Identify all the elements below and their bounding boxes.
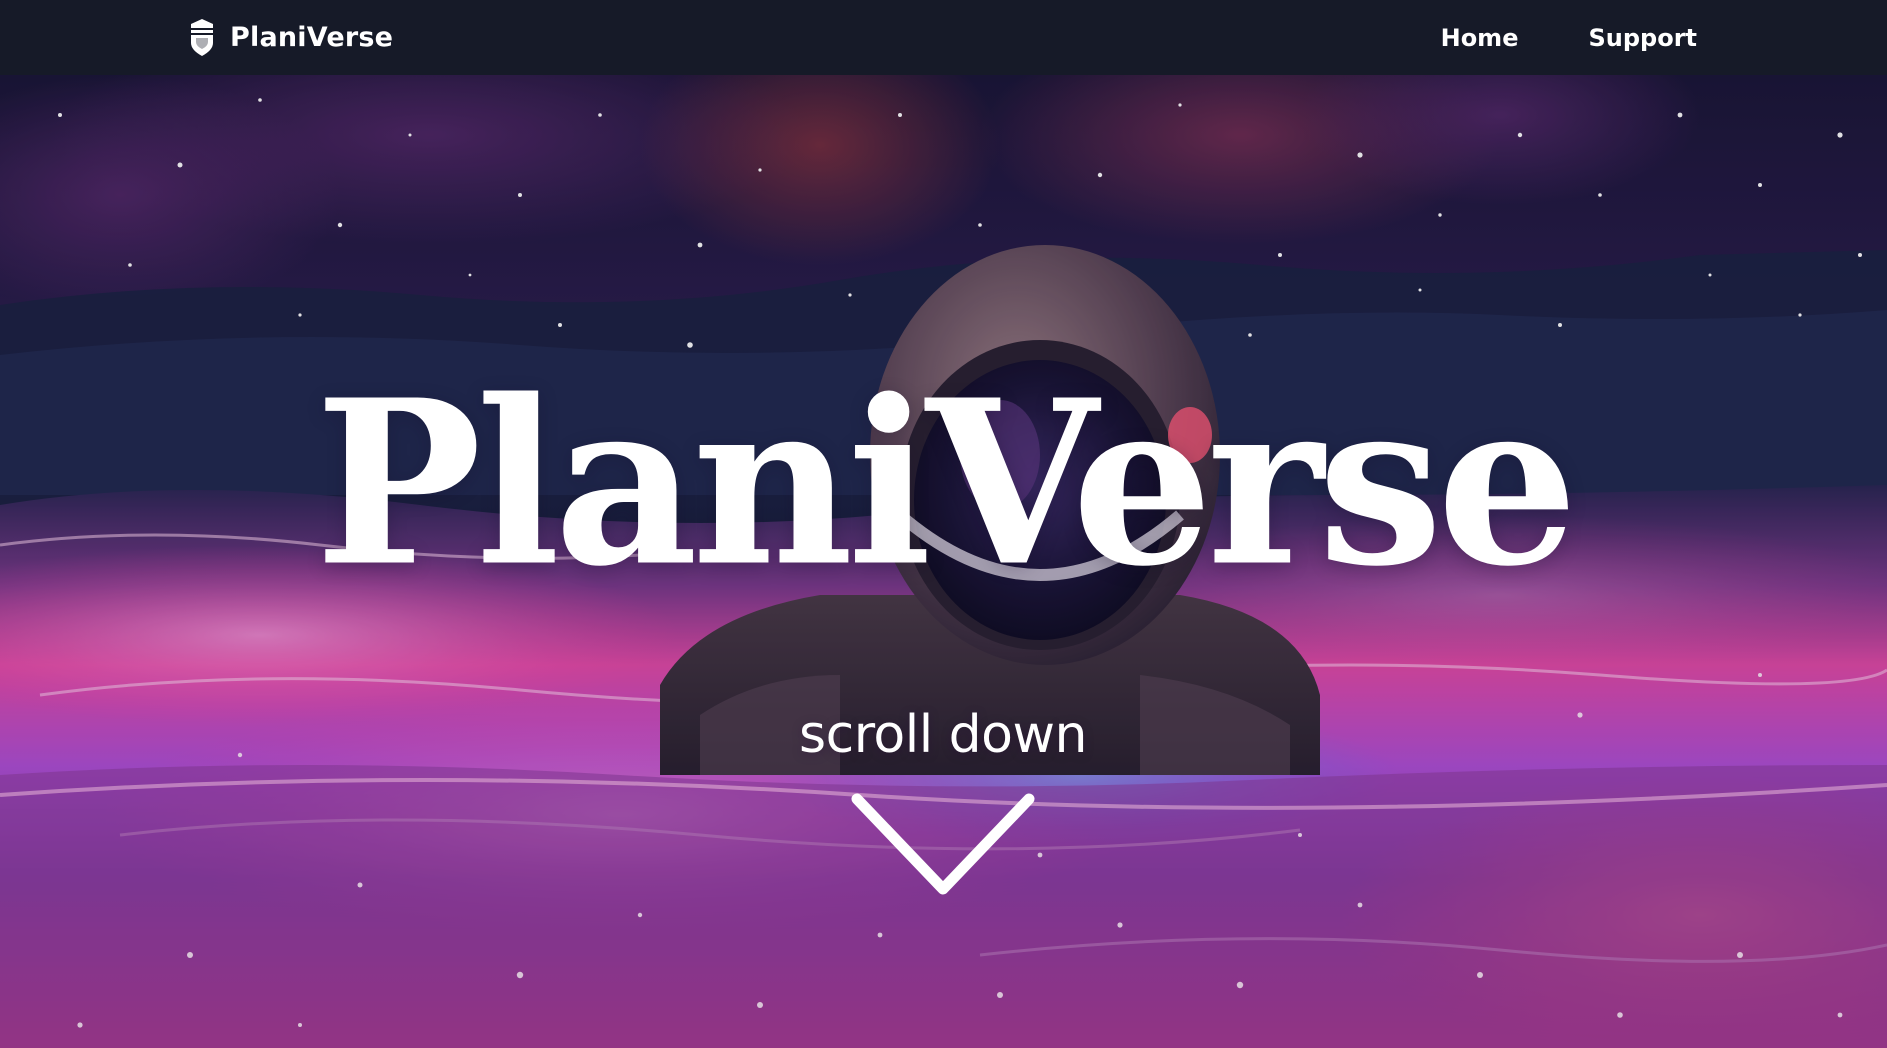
shield-badge-icon (191, 19, 213, 56)
brand-name: PlaniVerse (230, 21, 394, 53)
scroll-down-button[interactable]: scroll down (743, 705, 1143, 935)
chevron-down-icon (851, 793, 1035, 895)
nav-link-support[interactable]: Support (1588, 24, 1697, 52)
brand-link[interactable]: PlaniVerse (188, 14, 393, 60)
hero-title: PlaniVerse (314, 351, 1578, 617)
top-navbar: PlaniVerse Home Support (0, 0, 1887, 75)
hero-section: PlaniVerse scroll down (0, 75, 1887, 1048)
scroll-down-label: scroll down (799, 705, 1087, 765)
nav-link-home[interactable]: Home (1441, 24, 1519, 52)
nav-links: Home Support (1441, 0, 1697, 75)
